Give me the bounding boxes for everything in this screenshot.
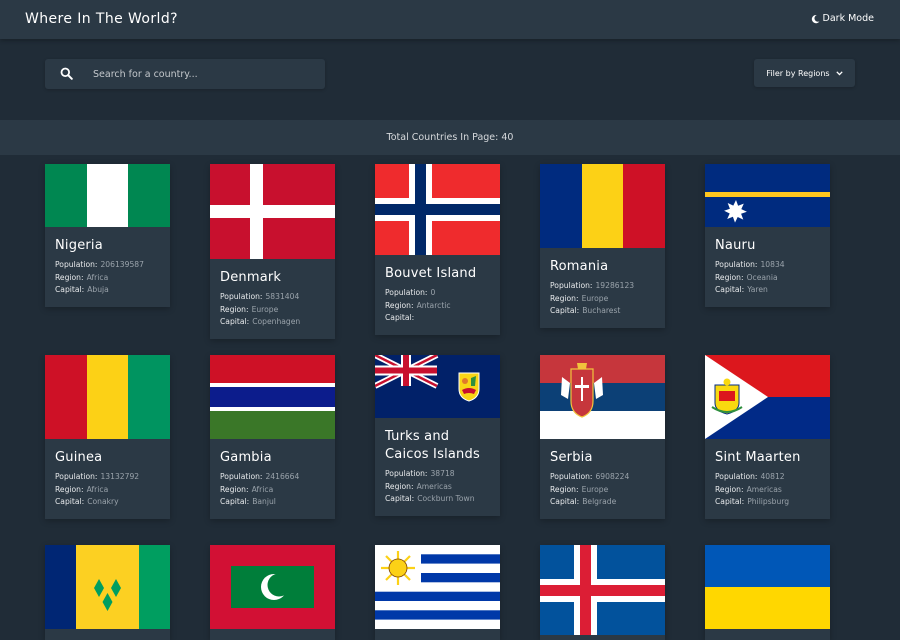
capital-row: Capital: xyxy=(385,313,415,322)
country-name: Nauru xyxy=(715,238,756,253)
region-row: Region: Americas xyxy=(385,481,452,491)
capital-row: Capital: Yaren xyxy=(715,285,768,294)
population-row: Population: 5831404 xyxy=(220,292,300,301)
search-box xyxy=(45,59,325,89)
population-row: Population: 13132792 xyxy=(55,472,140,481)
country-card-bouvet-island[interactable]: Bouvet Island Population: 0 Region: Antarc… xyxy=(375,164,500,335)
country-card-uruguay[interactable] xyxy=(375,545,500,640)
capital-row: Capital: Bucharest xyxy=(550,306,621,315)
serbia-flag-icon xyxy=(540,355,665,439)
maldives-flag-icon xyxy=(210,545,335,629)
capital-row: Capital: Conakry xyxy=(55,497,119,506)
chevron-down-icon xyxy=(835,70,843,76)
region-row: Region: Europe xyxy=(550,484,609,494)
country-card-ukraine[interactable] xyxy=(705,545,830,640)
region-filter-label: Filer by Regions xyxy=(766,68,830,78)
population-row: Population: 2416664 xyxy=(220,472,300,481)
country-name: Denmark xyxy=(220,270,282,285)
region-row: Region: Oceania xyxy=(715,272,778,282)
uruguay-flag-icon xyxy=(375,545,500,629)
country-name: Sint Maarten xyxy=(715,450,801,465)
saint-vincent-flag-icon xyxy=(45,545,170,629)
country-card-iceland[interactable] xyxy=(540,545,665,640)
search-input[interactable] xyxy=(93,59,318,89)
country-count-bar: Total Countries In Page: 40 xyxy=(0,120,900,155)
app-title: Where In The World? xyxy=(25,11,178,27)
country-card-saint-vincent[interactable] xyxy=(45,545,170,640)
guinea-flag-icon xyxy=(45,355,170,439)
nauru-flag-icon xyxy=(705,164,830,227)
capital-row: Capital: Copenhagen xyxy=(220,317,301,326)
country-count-text: Total Countries In Page: 40 xyxy=(386,132,514,143)
country-card-guinea[interactable]: Guinea Population: 13132792 Region: Africa… xyxy=(45,355,170,519)
region-row: Region: Europe xyxy=(550,293,609,303)
country-name: Bouvet Island xyxy=(385,266,477,281)
region-filter-dropdown[interactable]: Filer by Regions xyxy=(754,59,855,87)
sint-maarten-flag-icon xyxy=(705,355,830,439)
capital-row: Capital: Belgrade xyxy=(550,497,617,506)
population-row: Population: 0 xyxy=(385,288,436,297)
population-row: Population: 38718 xyxy=(385,469,455,478)
population-row: Population: 40812 xyxy=(715,472,785,481)
country-card-maldives[interactable] xyxy=(210,545,335,640)
population-row: Population: 10834 xyxy=(715,260,785,269)
country-card-romania[interactable]: Romania Population: 19286123 Region: Europ… xyxy=(540,164,665,328)
population-row: Population: 206139587 xyxy=(55,260,144,269)
iceland-flag-icon xyxy=(540,545,665,635)
country-name: Nigeria xyxy=(55,238,103,253)
country-card-nigeria[interactable]: Nigeria Population: 206139587 Region: Afri… xyxy=(45,164,170,307)
region-row: Region: Europe xyxy=(220,304,279,314)
moon-icon xyxy=(811,14,820,23)
nigeria-flag-icon xyxy=(45,164,170,227)
region-row: Region: Africa xyxy=(220,484,274,494)
capital-row: Capital: Banjul xyxy=(220,497,276,506)
country-name: Turks and Caicos Islands xyxy=(385,429,480,462)
romania-flag-icon xyxy=(540,164,665,248)
population-row: Population: 6908224 xyxy=(550,472,630,481)
country-card-denmark[interactable]: Denmark Population: 5831404 Region: Europe… xyxy=(210,164,335,339)
country-name: Serbia xyxy=(550,450,593,465)
capital-row: Capital: Cockburn Town xyxy=(385,494,475,503)
region-row: Region: Antarctic xyxy=(385,300,451,310)
country-card-turks-and-caicos[interactable]: Turks and Caicos Islands Population: 3871… xyxy=(375,355,500,516)
country-card-serbia[interactable]: Serbia Population: 6908224 Region: Europe … xyxy=(540,355,665,519)
country-name: Romania xyxy=(550,259,609,274)
population-row: Population: 19286123 xyxy=(550,281,635,290)
turks-and-caicos-flag-icon xyxy=(375,355,500,418)
region-row: Region: Africa xyxy=(55,272,109,282)
top-bar: Where In The World? Dark Mode xyxy=(0,0,900,39)
country-card-nauru[interactable]: Nauru Population: 10834 Region: Oceania Ca… xyxy=(705,164,830,307)
region-row: Region: Americas xyxy=(715,484,782,494)
region-row: Region: Africa xyxy=(55,484,109,494)
gambia-flag-icon xyxy=(210,355,335,439)
dark-mode-label: Dark Mode xyxy=(822,13,874,24)
dark-mode-toggle[interactable]: Dark Mode xyxy=(811,13,874,24)
ukraine-flag-icon xyxy=(705,545,830,629)
capital-row: Capital: Abuja xyxy=(55,285,109,294)
denmark-flag-icon xyxy=(210,164,335,259)
search-icon xyxy=(60,67,73,80)
country-name: Gambia xyxy=(220,450,272,465)
bouvet-island-flag-icon xyxy=(375,164,500,255)
country-card-gambia[interactable]: Gambia Population: 2416664 Region: Africa … xyxy=(210,355,335,519)
country-card-sint-maarten[interactable]: Sint Maarten Population: 40812 Region: Ame… xyxy=(705,355,830,519)
country-name: Guinea xyxy=(55,450,103,465)
capital-row: Capital: Philipsburg xyxy=(715,497,790,506)
